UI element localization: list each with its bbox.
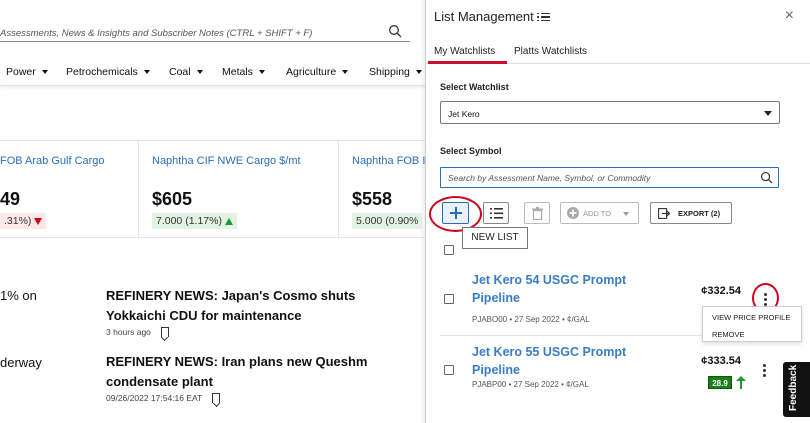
quote-price: 49 bbox=[0, 189, 21, 209]
bookmark-icon[interactable] bbox=[212, 393, 221, 403]
chevron-down-icon bbox=[41, 70, 48, 75]
add-to-button[interactable]: ADD TO bbox=[560, 202, 639, 224]
row-checkbox[interactable] bbox=[444, 365, 454, 375]
quote-card[interactable]: Naphtha CIF NWE Cargo $/mt $605 7.000 (1… bbox=[139, 141, 339, 239]
quote-card[interactable]: Naphtha FOB I $558 5.000 (0.90% bbox=[339, 141, 425, 239]
quote-change: .31%) bbox=[0, 213, 47, 229]
symbol-search-input[interactable]: Search by Assessment Name, Symbol, or Co… bbox=[440, 167, 779, 188]
trash-icon bbox=[532, 207, 543, 220]
row-menu-icon[interactable] bbox=[760, 364, 770, 378]
news-timestamp: 3 hours ago bbox=[106, 327, 151, 337]
symbol-meta: PJABP00 • 27 Sep 2022 • ¢/GAL bbox=[472, 380, 589, 389]
watchlist-select[interactable]: Jet Kero bbox=[440, 101, 780, 124]
export-icon bbox=[658, 208, 670, 219]
add-circle-icon bbox=[567, 207, 579, 219]
symbol-meta: PJABO00 • 27 Sep 2022 • ¢/GAL bbox=[472, 315, 590, 324]
panel-title: List Management bbox=[434, 9, 550, 24]
price-ticker: FOB Arab Gulf Cargo 49 .31%) Naphtha CIF… bbox=[0, 140, 425, 239]
up-arrow-icon bbox=[224, 217, 233, 225]
quote-card[interactable]: FOB Arab Gulf Cargo 49 .31%) bbox=[0, 141, 139, 239]
down-arrow-icon bbox=[34, 217, 43, 225]
chevron-down-icon bbox=[196, 70, 203, 75]
news-item[interactable]: REFINERY NEWS: Japan's Cosmo shuts Yokka… bbox=[106, 286, 416, 337]
quote-change: 7.000 (1.17%) bbox=[152, 213, 237, 229]
nav-item-agriculture[interactable]: Agriculture bbox=[286, 66, 349, 78]
tab-platts-watchlists[interactable]: Platts Watchlists bbox=[514, 46, 587, 57]
symbol-price: ¢333.54 bbox=[701, 355, 741, 367]
symbol-name[interactable]: Jet Kero 54 USGC Prompt Pipeline bbox=[472, 271, 672, 307]
watchlist-select-value: Jet Kero bbox=[448, 109, 480, 119]
chevron-down-icon bbox=[258, 70, 265, 75]
feedback-button[interactable]: Feedback bbox=[783, 362, 810, 417]
row-context-menu: VIEW PRICE PROFILE REMOVE bbox=[702, 306, 802, 342]
global-search-placeholder: Assessments, News & Insights and Subscri… bbox=[0, 28, 313, 39]
export-label: EXPORT (2) bbox=[678, 209, 721, 218]
quote-change: 5.000 (0.90% bbox=[352, 213, 423, 229]
list-view-button[interactable] bbox=[483, 202, 509, 224]
list-icon bbox=[536, 12, 550, 22]
list-icon bbox=[490, 208, 503, 219]
symbol-name[interactable]: Jet Kero 55 USGC Prompt Pipeline bbox=[472, 343, 672, 379]
export-button[interactable]: EXPORT (2) bbox=[650, 202, 732, 224]
news-fragment[interactable]: 1% on bbox=[0, 288, 37, 303]
up-arrow-icon bbox=[736, 376, 746, 389]
select-all-checkbox[interactable] bbox=[444, 245, 454, 255]
row-checkbox[interactable] bbox=[444, 294, 454, 304]
news-item[interactable]: REFINERY NEWS: Iran plans new Queshm con… bbox=[106, 352, 416, 403]
news-fragment[interactable]: derway bbox=[0, 355, 42, 370]
quote-price: $605 bbox=[152, 189, 193, 209]
chevron-down-icon bbox=[143, 70, 150, 75]
menu-item-remove[interactable]: REMOVE bbox=[712, 330, 745, 339]
nav-item-metals[interactable]: Metals bbox=[222, 66, 265, 78]
new-list-tooltip: NEW LIST bbox=[462, 227, 528, 249]
chevron-down-icon bbox=[764, 111, 772, 116]
global-search-input[interactable]: Assessments, News & Insights and Subscri… bbox=[0, 20, 410, 42]
search-icon[interactable] bbox=[760, 171, 773, 184]
chevron-down-icon bbox=[415, 70, 422, 75]
symbol-search-placeholder: Search by Assessment Name, Symbol, or Co… bbox=[448, 173, 651, 183]
delete-button[interactable] bbox=[524, 202, 550, 224]
menu-item-view-price-profile[interactable]: VIEW PRICE PROFILE bbox=[712, 313, 790, 322]
bookmark-icon[interactable] bbox=[160, 327, 169, 337]
quote-name[interactable]: Naphtha FOB I bbox=[352, 155, 425, 167]
chevron-down-icon bbox=[623, 212, 629, 216]
add-to-label: ADD TO bbox=[583, 209, 612, 218]
nav-item-shipping[interactable]: Shipping bbox=[369, 66, 422, 78]
search-icon[interactable] bbox=[388, 24, 402, 38]
select-watchlist-label: Select Watchlist bbox=[440, 82, 509, 92]
main-page: Assessments, News & Insights and Subscri… bbox=[0, 0, 425, 423]
chevron-down-icon bbox=[342, 70, 349, 75]
select-symbol-label: Select Symbol bbox=[440, 146, 502, 156]
news-headline[interactable]: REFINERY NEWS: Iran plans new Queshm con… bbox=[106, 352, 416, 392]
list-management-panel: List Management × My Watchlists Platts W… bbox=[425, 0, 810, 423]
quote-name[interactable]: FOB Arab Gulf Cargo bbox=[0, 155, 105, 167]
symbol-price: ¢332.54 bbox=[701, 285, 741, 297]
active-tab-indicator bbox=[428, 61, 507, 64]
close-icon[interactable]: × bbox=[785, 8, 794, 24]
nav-item-petrochemicals[interactable]: Petrochemicals bbox=[66, 66, 150, 78]
news-headline[interactable]: REFINERY NEWS: Japan's Cosmo shuts Yokka… bbox=[106, 286, 416, 326]
news-timestamp: 09/26/2022 17:54:16 EAT bbox=[106, 393, 203, 403]
main-nav: Power Petrochemicals Coal Metals Agricul… bbox=[0, 56, 425, 86]
quote-price: $558 bbox=[352, 189, 393, 209]
nav-item-coal[interactable]: Coal bbox=[169, 66, 203, 78]
nav-item-power[interactable]: Power bbox=[6, 66, 48, 78]
change-badge: 28.9 bbox=[708, 376, 732, 389]
quote-name[interactable]: Naphtha CIF NWE Cargo $/mt bbox=[152, 155, 301, 167]
